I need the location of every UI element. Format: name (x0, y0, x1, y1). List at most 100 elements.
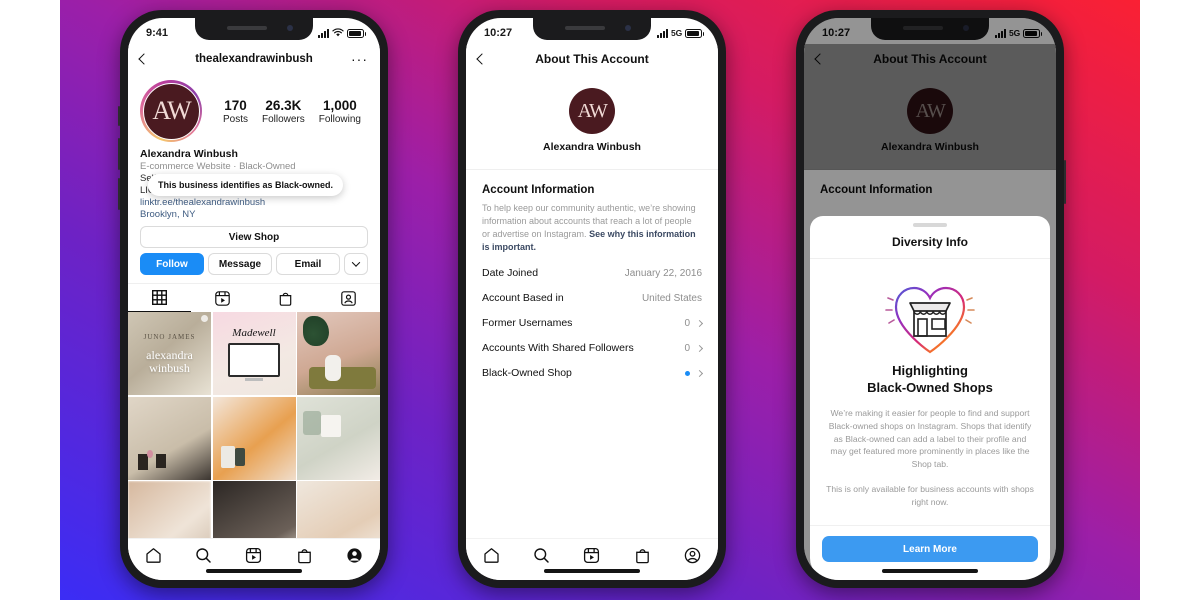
sheet-heading-line-1: Highlighting (892, 362, 968, 378)
sheet-heading-line-2: Black-Owned Shops (867, 379, 993, 395)
status-time: 10:27 (484, 27, 513, 39)
bio-link[interactable]: linktr.ee/thealexandrawinbush (140, 197, 368, 208)
home-icon[interactable] (145, 547, 162, 564)
bio-category: E-commerce Website · Black-Owned (140, 161, 296, 172)
about-hero: AW Alexandra Winbush (466, 74, 718, 170)
profile-header: AW 170 Posts 26.3K Followers 1,000 Follo… (128, 74, 380, 144)
home-indicator (882, 569, 978, 573)
grid-item[interactable]: JUNO JAMES alexandra winbush (128, 312, 211, 395)
row-accounts-with-shared-followers[interactable]: Accounts With Shared Followers 0 (466, 329, 718, 354)
new-badge-dot (685, 370, 690, 376)
tab-tagged[interactable] (317, 284, 380, 312)
sheet-footer: Learn More (810, 525, 1050, 562)
stat-followers-label: Followers (261, 113, 305, 125)
email-button[interactable]: Email (276, 253, 340, 275)
chevron-right-icon (695, 319, 704, 327)
phone-profile: 9:41 thealexandrawinbush ··· AW 170 Post… (118, 10, 388, 588)
account-name: Alexandra Winbush (543, 141, 641, 153)
sheet-title: Diversity Info (810, 227, 1050, 259)
profile-icon[interactable] (346, 547, 363, 564)
bio-name: Alexandra Winbush (140, 148, 238, 160)
profile-tabs (128, 283, 380, 312)
tagged-icon (341, 290, 356, 306)
black-owned-tooltip: This business identifies as Black-owned. (148, 174, 344, 196)
chevron-right-icon (695, 369, 704, 377)
home-indicator (206, 569, 302, 573)
row-label: Date Joined (482, 267, 539, 280)
home-icon[interactable] (483, 547, 500, 564)
more-options-icon[interactable]: ··· (351, 52, 368, 66)
chevron-right-icon (695, 344, 704, 352)
grid-item[interactable]: Madewell (212, 312, 296, 395)
tab-reels[interactable] (191, 284, 254, 312)
stat-posts[interactable]: 170 Posts (223, 98, 248, 125)
battery-icon (347, 28, 366, 38)
profile-action-row: Follow Message Email (128, 248, 380, 275)
avatar: AW (569, 88, 615, 134)
about-navbar: About This Account (466, 44, 718, 74)
grid-item[interactable] (297, 396, 380, 480)
profile-icon[interactable] (684, 547, 701, 564)
section-title: Account Information (482, 184, 595, 196)
page-title: About This Account (535, 52, 649, 66)
row-black-owned-shop[interactable]: Black-Owned Shop (466, 354, 718, 379)
search-icon[interactable] (195, 547, 212, 564)
signal-bars-icon (657, 28, 669, 38)
section-description: To help keep our community authentic, we… (466, 202, 718, 254)
phone-volume-up (118, 138, 120, 170)
row-label: Black-Owned Shop (482, 367, 572, 380)
avatar-story-ring[interactable]: AW (140, 80, 202, 142)
stat-followers-value: 26.3K (265, 97, 302, 113)
back-icon[interactable] (138, 53, 150, 65)
shop-icon[interactable] (634, 547, 651, 564)
message-button[interactable]: Message (208, 253, 272, 275)
row-account-based-in[interactable]: Account Based in United States (466, 279, 718, 304)
row-label: Accounts With Shared Followers (482, 342, 634, 355)
phone-power-button (1064, 160, 1066, 204)
row-label: Former Usernames (482, 317, 573, 330)
home-indicator (544, 569, 640, 573)
stat-following-value: 1,000 (322, 97, 357, 113)
grid-item[interactable] (128, 396, 211, 480)
network-label: 5G (671, 28, 682, 38)
stat-followers[interactable]: 26.3K Followers (262, 98, 305, 125)
profile-bio: Alexandra Winbush E-commerce Website · B… (128, 144, 380, 220)
row-former-usernames[interactable]: Former Usernames 0 (466, 304, 718, 329)
more-actions-button[interactable] (344, 253, 368, 275)
row-date-joined[interactable]: Date Joined January 22, 2016 (466, 254, 718, 279)
stat-following[interactable]: 1,000 Following (319, 98, 361, 125)
tab-grid[interactable] (128, 284, 191, 312)
profile-stats: 170 Posts 26.3K Followers 1,000 Followin… (216, 98, 368, 125)
phone-notch (533, 18, 651, 40)
wifi-icon (332, 28, 344, 37)
grid-item[interactable] (297, 312, 380, 395)
reels-icon (215, 290, 230, 306)
back-icon[interactable] (476, 53, 488, 65)
row-value: January 22, 2016 (624, 267, 702, 279)
chevron-down-icon (351, 258, 361, 267)
photo-grid: JUNO JAMES alexandra winbush Madewell (128, 312, 380, 564)
stat-posts-label: Posts (222, 113, 248, 125)
follow-button[interactable]: Follow (140, 253, 204, 275)
tab-shop[interactable] (254, 284, 317, 312)
reels-icon[interactable] (583, 547, 600, 564)
phone-notch (195, 18, 313, 40)
reels-icon[interactable] (245, 547, 262, 564)
view-shop-row: View Shop (128, 220, 380, 248)
phone-diversity-info: 10:27 5G About This Account AW Alexandra… (796, 10, 1066, 588)
view-shop-button[interactable]: View Shop (140, 226, 368, 248)
bottom-tabbar (466, 538, 718, 580)
phone-volume-down (118, 178, 120, 210)
sheet-paragraph-2: This is only available for business acco… (826, 484, 1034, 508)
shop-icon[interactable] (296, 547, 313, 564)
row-value: 0 (684, 342, 690, 354)
row-label: Account Based in (482, 292, 564, 305)
bio-location: Brooklyn, NY (140, 209, 196, 220)
bottom-tabbar (128, 538, 380, 580)
search-icon[interactable] (533, 547, 550, 564)
grid-icon (152, 290, 167, 305)
battery-icon (685, 28, 704, 38)
grid-item[interactable] (212, 396, 296, 480)
learn-more-button[interactable]: Learn More (822, 536, 1038, 562)
phone-mute-switch (118, 106, 120, 126)
